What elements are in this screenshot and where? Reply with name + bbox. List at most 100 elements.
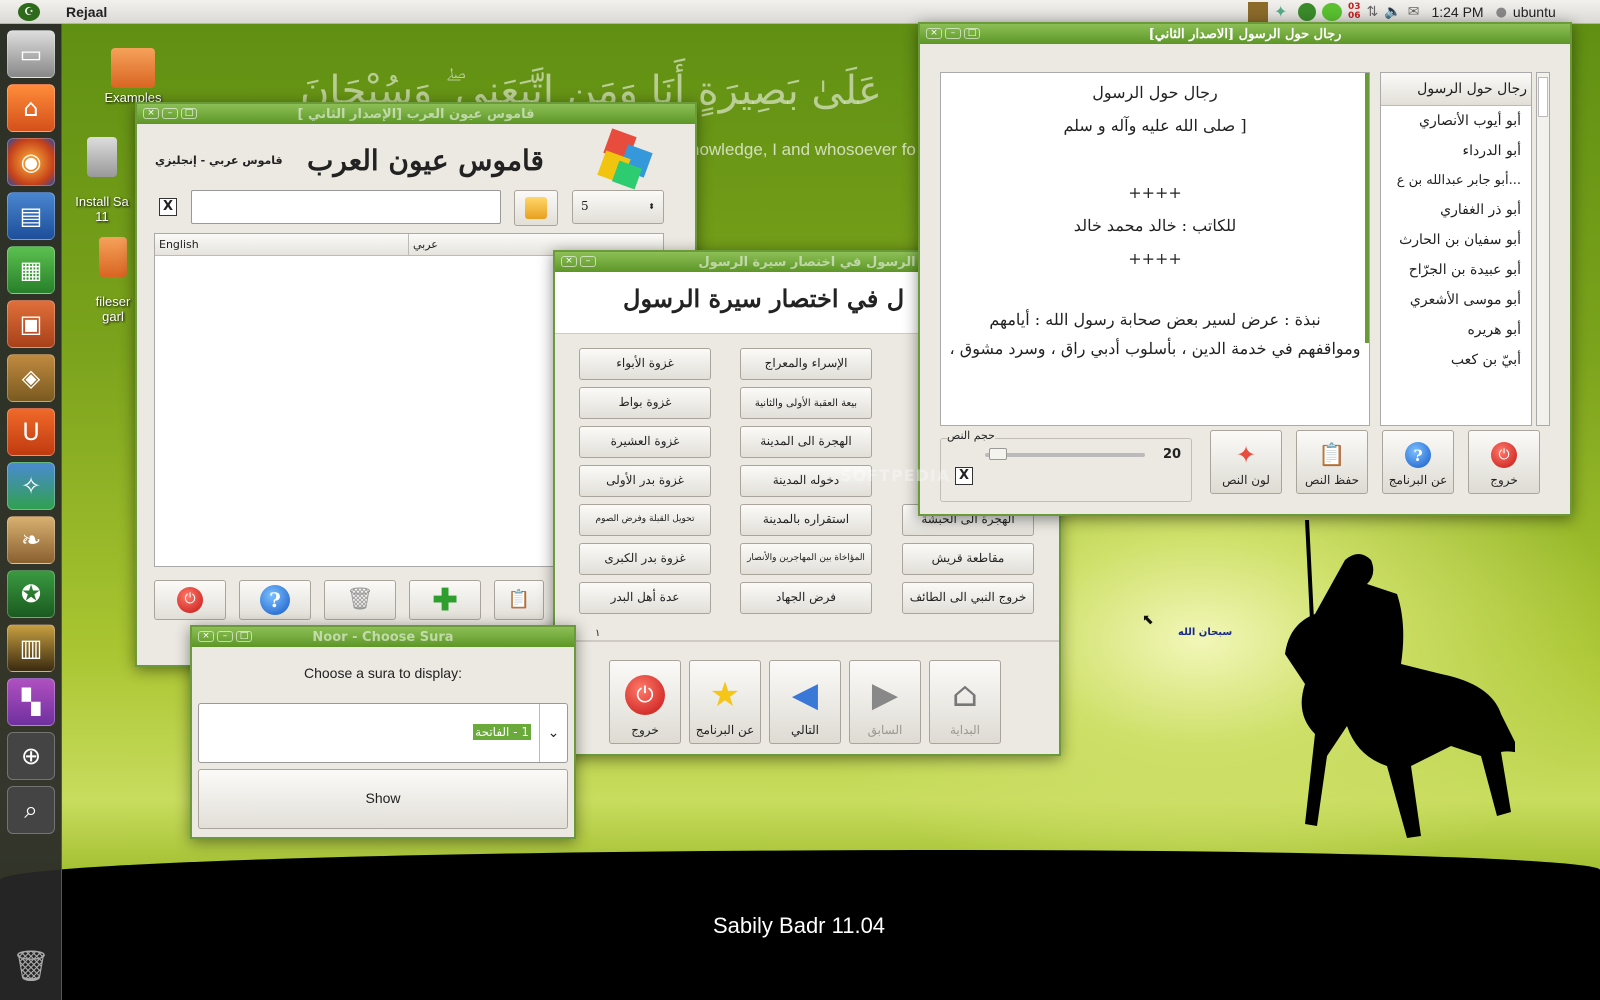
- list-item[interactable]: أبو موسى الأشعري: [1381, 285, 1531, 315]
- top-panel: ☪ Rejaal ✦ 03 06 ⇅ 🔈 ✉ 1:24 PM ● ubuntu: [0, 0, 1600, 24]
- topic-button[interactable]: فرض الجهاد: [740, 582, 872, 614]
- hdd-icon[interactable]: ▭: [7, 30, 55, 78]
- list-header[interactable]: رجال حول الرسول: [1381, 73, 1531, 106]
- list-scrollbar[interactable]: [1536, 72, 1550, 426]
- paste-button[interactable]: 📋: [494, 580, 544, 620]
- desktop-icon-fileserver[interactable]: fileser garl: [88, 222, 138, 324]
- rejaal-window: × – □ [رجال حول الرسول [الاصدار الثاني رجا…: [918, 22, 1572, 516]
- home-button[interactable]: ⌂ البداية: [929, 660, 1001, 744]
- topic-button[interactable]: بيعة العقبة الأولى والثانية: [740, 387, 872, 419]
- horse-rider-silhouette: [1285, 520, 1515, 838]
- about-button[interactable]: ★ عن البرنامج: [689, 660, 761, 744]
- column-header-english[interactable]: English: [155, 234, 409, 255]
- prayer-indicator-icon[interactable]: [1298, 3, 1316, 21]
- exit-button[interactable]: ⏻: [154, 580, 226, 620]
- search-input[interactable]: [191, 190, 501, 224]
- installer-icon: [87, 137, 117, 177]
- volume-icon[interactable]: 🔈: [1384, 4, 1401, 20]
- user-name[interactable]: ubuntu: [1513, 4, 1556, 20]
- topic-button[interactable]: المؤاخاة بين المهاجرين والأنصار: [740, 543, 872, 575]
- zoom-search-icon[interactable]: ⌕: [7, 786, 55, 834]
- list-item[interactable]: أبو ذر الغفاري: [1381, 195, 1531, 225]
- topic-button[interactable]: غزوة بواط: [579, 387, 711, 419]
- clear-button[interactable]: X: [159, 198, 177, 216]
- list-item[interactable]: أبو عبيدة بن الجرّاح: [1381, 255, 1531, 285]
- ubuntu-one-icon[interactable]: U: [7, 408, 55, 456]
- impress-icon[interactable]: ▣: [7, 300, 55, 348]
- noor-icon[interactable]: ✪: [7, 570, 55, 618]
- desktop-icon-install[interactable]: Install Sa 11: [72, 122, 132, 224]
- mosque-icon[interactable]: ▥: [7, 624, 55, 672]
- exit-button[interactable]: ⏻ خروج: [609, 660, 681, 744]
- topic-button[interactable]: الإسراء والمعراج: [740, 348, 872, 380]
- close-text-button[interactable]: X: [955, 467, 973, 485]
- date-indicator[interactable]: 03 06: [1348, 3, 1361, 21]
- topic-button[interactable]: غزوة بدر الكبرى: [579, 543, 711, 575]
- add-button[interactable]: ✚: [409, 580, 481, 620]
- delete-button[interactable]: 🗑: [324, 580, 396, 620]
- font-size-label: حجم النص: [947, 429, 995, 442]
- list-item[interactable]: ...أبو جابر عبدالله بن ع: [1381, 166, 1531, 195]
- text-color-button[interactable]: ✦ لون النص: [1210, 430, 1282, 494]
- list-item[interactable]: أبو سفيان بن الحارث: [1381, 225, 1531, 255]
- count-spinner[interactable]: 5 ⬍: [572, 190, 664, 224]
- show-button[interactable]: Show: [198, 769, 568, 829]
- list-item[interactable]: أبو أيوب الأنصاري: [1381, 106, 1531, 136]
- help-button[interactable]: ?: [239, 580, 311, 620]
- companions-list[interactable]: رجال حول الرسول أبو أيوب الأنصاري أبو ال…: [1380, 72, 1532, 426]
- sabily-logo-icon[interactable]: ☪: [18, 2, 40, 21]
- quran-app-icon[interactable]: ✧: [7, 462, 55, 510]
- network-icon[interactable]: ⇅: [1367, 4, 1379, 20]
- topic-button[interactable]: غزوة بدر الأولى: [579, 465, 711, 497]
- bookmark-icon[interactable]: ❧: [7, 516, 55, 564]
- window-title: [رجال حول الرسول [الاصدار الثاني: [1148, 26, 1342, 42]
- noor-window: × – □ Noor - Choose Sura Choose a sura to …: [190, 625, 576, 839]
- mail-icon[interactable]: ✉: [1408, 4, 1420, 20]
- topic-button[interactable]: غزوة الأبواء: [579, 348, 711, 380]
- firefox-icon[interactable]: ◉: [7, 138, 55, 186]
- about-button[interactable]: ? عن البرنامج: [1382, 430, 1454, 494]
- text-scrollbar[interactable]: [1365, 73, 1369, 343]
- book-text-view[interactable]: رجال حول الرسول [ صلى الله عليه وآله و س…: [940, 72, 1370, 426]
- topic-button[interactable]: مقاطعة قريش: [902, 543, 1034, 575]
- prev-button[interactable]: ▶ السابق: [849, 660, 921, 744]
- chevron-down-icon[interactable]: ⌄: [539, 704, 567, 762]
- next-button[interactable]: ◀ التالي: [769, 660, 841, 744]
- topic-button[interactable]: عدة أهل البدر: [579, 582, 711, 614]
- topic-button[interactable]: استقراره بالمدينة: [740, 504, 872, 536]
- topic-button[interactable]: خروج النبي الى الطائف: [902, 582, 1034, 614]
- chat-indicator-icon[interactable]: [1322, 3, 1342, 21]
- save-text-button[interactable]: 📋 حفظ النص: [1296, 430, 1368, 494]
- exit-button[interactable]: ⏻ خروج: [1468, 430, 1540, 494]
- list-item[interactable]: أبو هريره: [1381, 315, 1531, 345]
- zoom-in-icon[interactable]: ⊕: [7, 732, 55, 780]
- arrow-right-icon: ▶: [871, 675, 899, 715]
- clock[interactable]: 1:24 PM: [1431, 4, 1483, 20]
- watermark: SOFTPEDIA: [840, 466, 951, 485]
- workspace-icon[interactable]: ▚: [7, 678, 55, 726]
- sura-combobox[interactable]: 1 - الفاتحة ⌄: [198, 703, 568, 763]
- font-size-value: 20: [1163, 447, 1182, 462]
- topic-button[interactable]: الهجرة الى المدينة: [740, 426, 872, 458]
- desktop-icon-examples[interactable]: Examples: [98, 48, 168, 105]
- app-indicator-icon[interactable]: [1248, 2, 1268, 22]
- font-size-slider[interactable]: [985, 448, 1145, 460]
- folder-icon: [111, 48, 155, 88]
- slider-handle[interactable]: [989, 448, 1007, 460]
- list-item[interactable]: أبو الدرداء: [1381, 136, 1531, 166]
- list-item[interactable]: أبيّ بن كعب: [1381, 345, 1531, 375]
- power-icon: ⏻: [177, 587, 203, 613]
- user-status-icon: ●: [1495, 4, 1507, 20]
- topic-button[interactable]: تحويل القبلة وفرض الصوم: [579, 504, 711, 536]
- puzzle-indicator-icon[interactable]: ✦: [1274, 3, 1292, 21]
- writer-icon[interactable]: ▤: [7, 192, 55, 240]
- home-icon[interactable]: ⌂: [7, 84, 55, 132]
- trash-icon[interactable]: 🗑: [7, 942, 55, 990]
- software-center-icon[interactable]: ◈: [7, 354, 55, 402]
- selected-sura: 1 - الفاتحة: [473, 724, 531, 740]
- scrollbar-thumb[interactable]: [1538, 77, 1548, 117]
- calc-icon[interactable]: ▦: [7, 246, 55, 294]
- topic-button[interactable]: غزوة العشيرة: [579, 426, 711, 458]
- translate-button[interactable]: [514, 190, 558, 226]
- noor-titlebar: × – □ Noor - Choose Sura: [192, 627, 574, 647]
